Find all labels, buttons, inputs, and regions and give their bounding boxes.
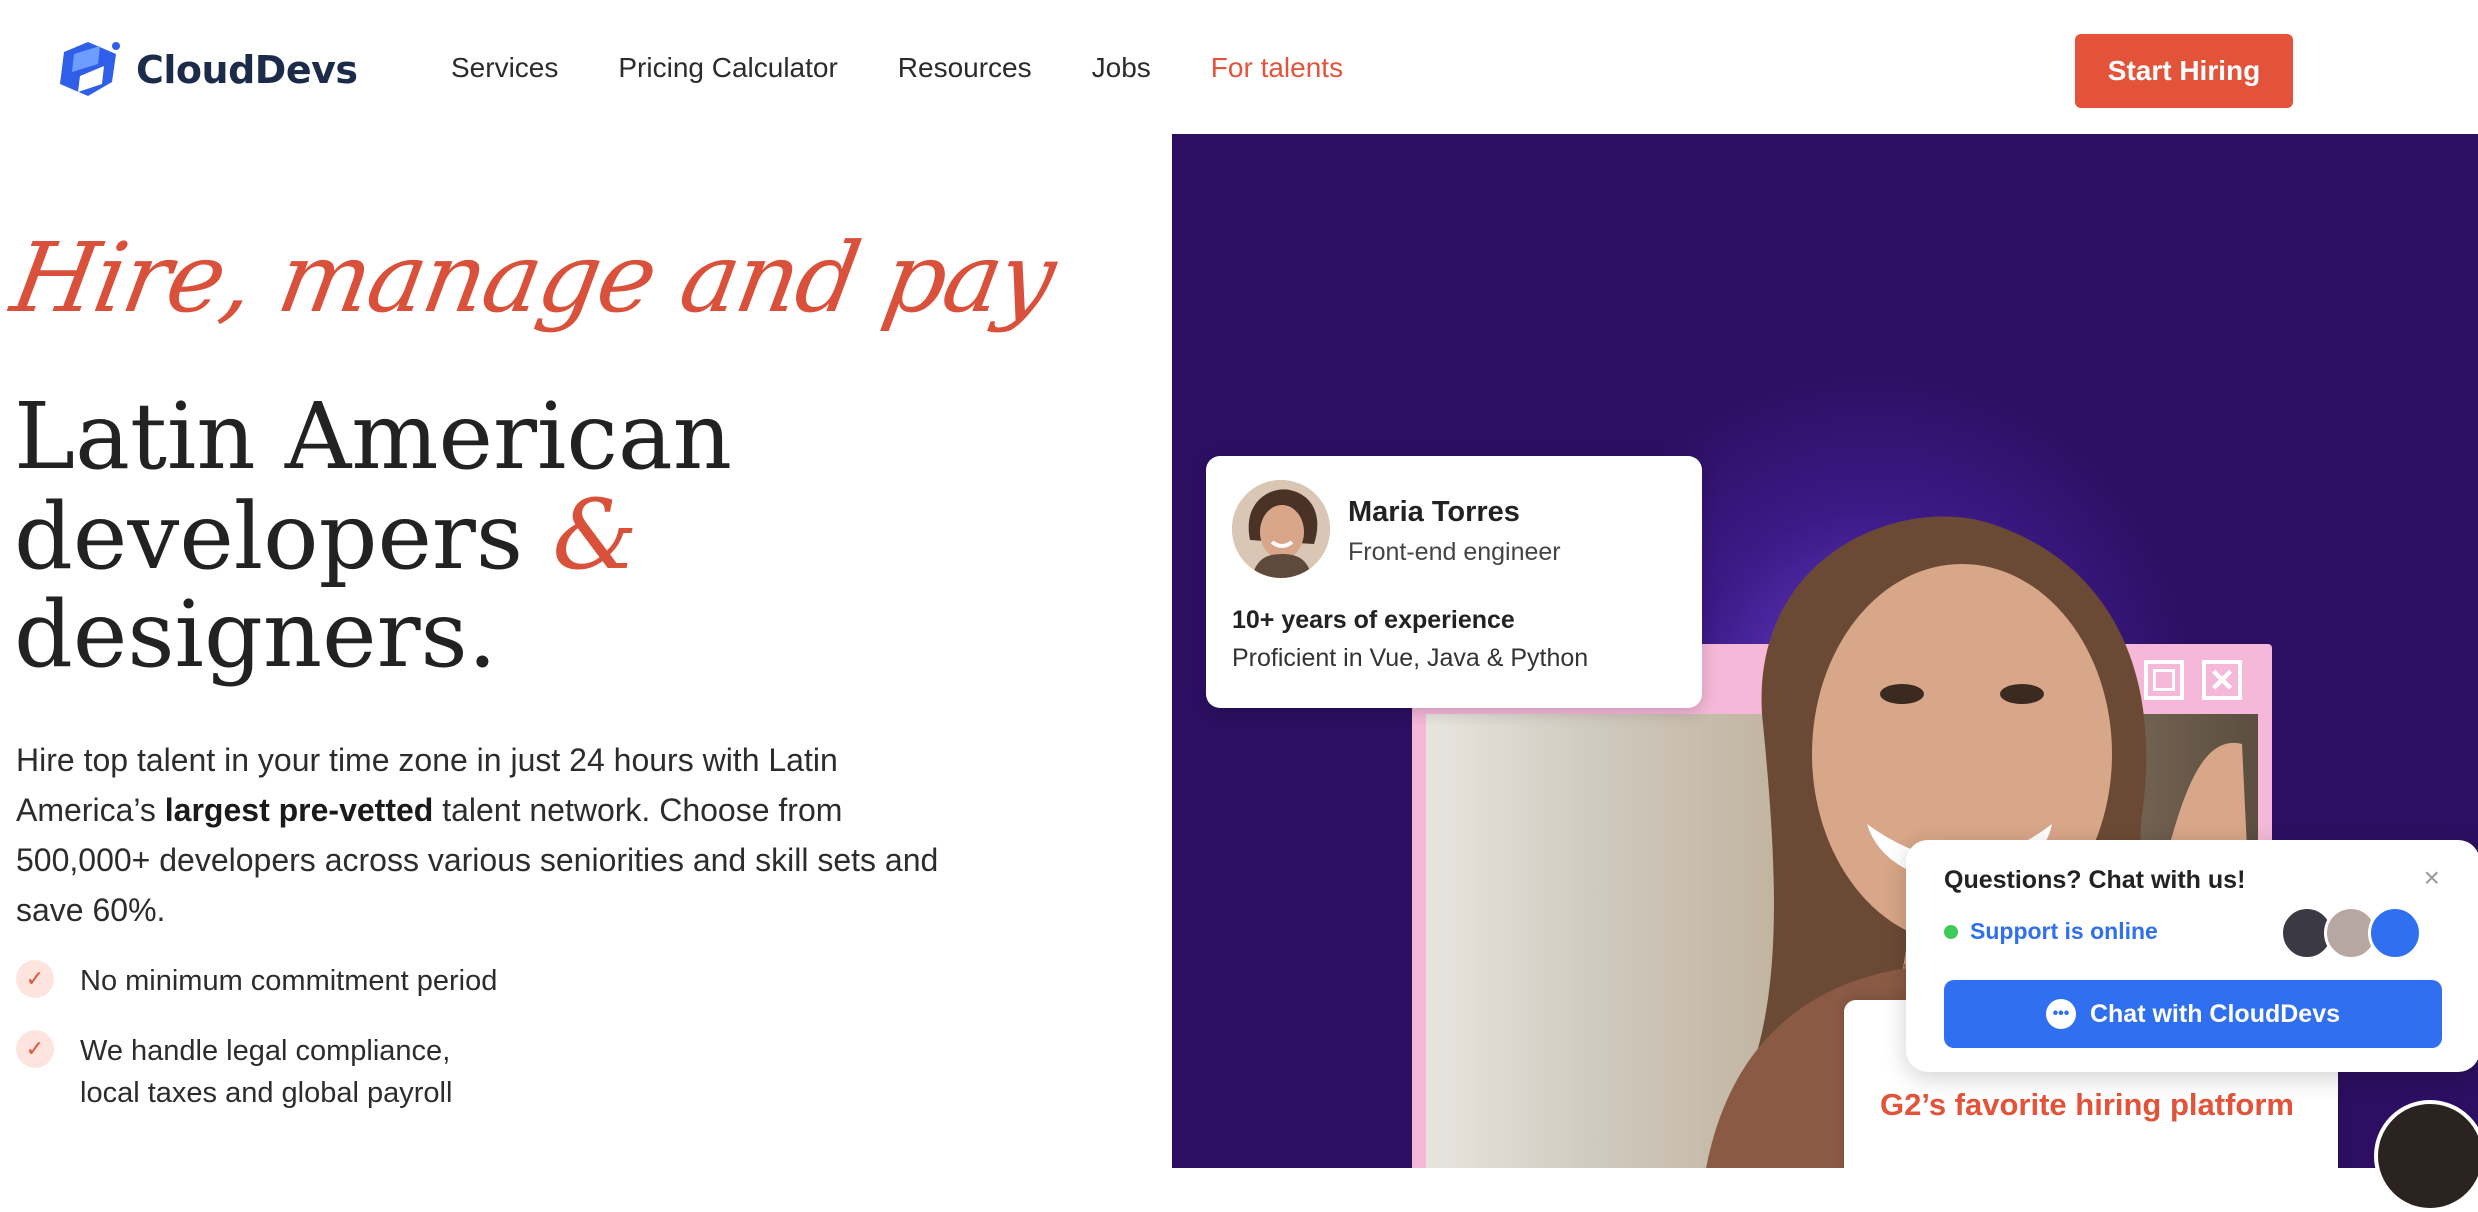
benefit-text: We handle legal compliance, local taxes …	[80, 1035, 453, 1109]
avatar[interactable]	[2374, 1100, 2478, 1212]
chat-widget: Questions? Chat with us! × Support is on…	[1906, 840, 2478, 1072]
hero-title-developers: developers	[14, 483, 524, 590]
hero-ampersand: &	[552, 479, 638, 591]
nav-jobs[interactable]: Jobs	[1092, 52, 1151, 84]
logo-icon	[2368, 906, 2422, 960]
support-status: Support is online	[1944, 918, 2158, 945]
logo[interactable]: CloudDevs	[50, 38, 358, 102]
hero-script-headline: Hire, manage and pay	[4, 222, 1063, 334]
profile-role: Front-end engineer	[1348, 538, 1561, 566]
profile-name: Maria Torres	[1348, 496, 1520, 528]
benefit-list: ✓ No minimum commitment period ✓ We hand…	[16, 960, 497, 1142]
hero-title: Latin American developers & designers.	[14, 388, 732, 684]
benefit-item: ✓ We handle legal compliance, local taxe…	[16, 1030, 497, 1114]
profile-skills: Proficient in Vue, Java & Python	[1232, 644, 1589, 672]
hero-title-line-2: developers &	[14, 486, 732, 586]
check-icon: ✓	[16, 960, 54, 998]
profile-avatar	[1232, 480, 1330, 578]
online-indicator-icon	[1944, 924, 1958, 939]
close-icon[interactable]: ×	[2424, 862, 2440, 894]
support-status-text: Support is online	[1970, 918, 2158, 944]
hero-title-line-1: Latin American	[14, 383, 732, 490]
g2-badge-text: G2’s favorite hiring platform	[1880, 1087, 2294, 1122]
support-avatars	[2280, 906, 2422, 960]
start-hiring-button[interactable]: Start Hiring	[2075, 34, 2293, 108]
chat-title: Questions? Chat with us!	[1944, 866, 2246, 894]
top-navigation: CloudDevs Services Pricing Calculator Re…	[0, 0, 2478, 134]
nav-services[interactable]: Services	[451, 52, 558, 84]
hero-title-line-3: designers.	[14, 581, 497, 688]
hero-description: Hire top talent in your time zone in jus…	[16, 735, 966, 935]
developer-profile-card: Maria Torres Front-end engineer 10+ year…	[1206, 456, 1702, 708]
logo-text: CloudDevs	[136, 48, 358, 92]
check-icon: ✓	[16, 1030, 54, 1068]
chat-bubble-icon: •••	[2045, 999, 2076, 1029]
logo-icon	[50, 38, 126, 102]
benefit-text: No minimum commitment period	[80, 965, 498, 997]
chat-with-clouddevs-button[interactable]: ••• Chat with CloudDevs	[1944, 980, 2442, 1048]
profile-experience: 10+ years of experience	[1232, 606, 1515, 634]
benefit-item: ✓ No minimum commitment period	[16, 960, 497, 1002]
hero-description-emphasis: largest pre-vetted	[164, 792, 434, 828]
main-menu: Services Pricing Calculator Resources Jo…	[451, 52, 1403, 84]
nav-resources[interactable]: Resources	[898, 52, 1032, 84]
chat-button-label: Chat with CloudDevs	[2089, 999, 2340, 1028]
nav-pricing-calculator[interactable]: Pricing Calculator	[618, 52, 837, 84]
nav-for-talents[interactable]: For talents	[1211, 52, 1343, 84]
